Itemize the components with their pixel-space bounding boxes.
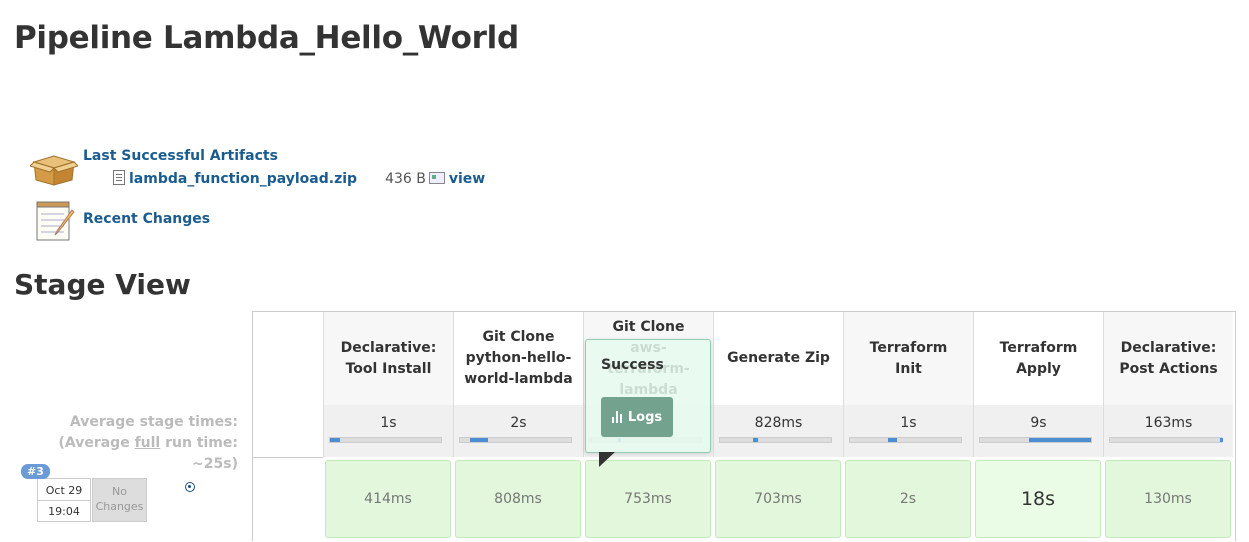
no-changes-box: No Changes (92, 478, 147, 522)
stage-progress-fill (469, 438, 488, 442)
stage-progress-fill (1219, 438, 1224, 442)
stage-average: 1s (843, 405, 973, 457)
stage-header: Declarative: Post Actions (1103, 312, 1233, 405)
stage-average-value: 1s (900, 415, 917, 431)
stage-average-value: 2s (510, 415, 527, 431)
stage-average-value: 828ms (754, 415, 803, 431)
last-successful-artifacts-link[interactable]: Last Successful Artifacts (83, 148, 278, 164)
stage-average: 828ms (713, 405, 843, 457)
stage-progress-track (329, 437, 442, 443)
build-run-row: 414ms 808ms 753ms 703ms 2s 18s 130ms (253, 457, 1235, 542)
artifact-file-link[interactable]: lambda_function_payload.zip (129, 171, 357, 187)
stage-duration-cell[interactable]: 703ms (715, 460, 841, 538)
package-icon (30, 155, 78, 186)
stage-average: 163ms (1103, 405, 1233, 457)
stage-progress-track (459, 437, 572, 443)
avg-prefix: (Average (58, 435, 135, 451)
popover-pointer (599, 452, 615, 467)
popover-status: Success (601, 357, 664, 373)
run-time: 19:04 (48, 505, 80, 518)
stage-header-row: Declarative: Tool Install Git Clone pyth… (323, 312, 1235, 405)
stage-header: Git Clone python-hello-world-lambda (453, 312, 583, 405)
stage-duration-cell[interactable]: 18s (975, 460, 1101, 538)
stage-duration-cell[interactable]: 414ms (325, 460, 451, 538)
artifact-row: lambda_function_payload.zip 436 B view (113, 170, 485, 187)
build-number-badge[interactable]: #3 (21, 464, 50, 479)
stage-view-table: Declarative: Tool Install Git Clone pyth… (252, 311, 1236, 542)
stage-average: 1s (323, 405, 453, 457)
recent-changes-link[interactable]: Recent Changes (83, 211, 210, 227)
stage-progress-track (849, 437, 962, 443)
stage-average-value: 9s (1030, 415, 1047, 431)
artifact-file-size: 436 B (385, 171, 426, 187)
stage-average: 2s (453, 405, 583, 457)
stage-progress-fill (887, 438, 897, 442)
file-icon (113, 170, 125, 185)
logs-button-label: Logs (627, 409, 663, 425)
page-title: Pipeline Lambda_Hello_World (14, 20, 519, 56)
run-info-cell (253, 457, 323, 542)
full-run-link[interactable]: full (135, 435, 161, 451)
stage-average-value: 1s (380, 415, 397, 431)
stage-duration-cell[interactable]: 130ms (1105, 460, 1231, 538)
stage-view-title: Stage View (14, 268, 191, 301)
run-date-box[interactable]: Oct 29 19:04 (37, 478, 91, 522)
stage-header: Generate Zip (713, 312, 843, 405)
stage-progress-track (1109, 437, 1224, 443)
stage-average-value: 163ms (1144, 415, 1193, 431)
avg-label-line1: Average stage times: (69, 414, 238, 430)
stage-progress-track (979, 437, 1092, 443)
run-date: Oct 29 (38, 479, 90, 501)
stage-average: 9s (973, 405, 1103, 457)
stage-progress-fill (1028, 438, 1091, 442)
stage-header: Declarative: Tool Install (323, 312, 453, 405)
stage-status-popover: Success Logs (585, 339, 711, 467)
stage-duration-cell[interactable]: 808ms (455, 460, 581, 538)
stage-duration-cell[interactable]: 2s (845, 460, 971, 538)
view-icon (428, 172, 445, 184)
logs-button[interactable]: Logs (601, 397, 673, 437)
avg-suffix: run time: ~25s) (160, 435, 238, 472)
run-status-icon[interactable] (185, 482, 195, 492)
stage-header: Terraform Apply (973, 312, 1103, 405)
stage-header: Terraform Init (843, 312, 973, 405)
notepad-icon (36, 201, 75, 241)
bar-chart-icon (611, 411, 624, 423)
stage-progress-fill (753, 438, 758, 442)
average-times-row: 1s 2s 753ms 828ms 1s 9s 163ms (323, 405, 1235, 457)
artifact-view-link[interactable]: view (449, 171, 485, 187)
stage-progress-track (719, 437, 832, 443)
stage-progress-fill (330, 438, 340, 442)
stage-duration-cell[interactable]: 753ms (585, 460, 711, 538)
